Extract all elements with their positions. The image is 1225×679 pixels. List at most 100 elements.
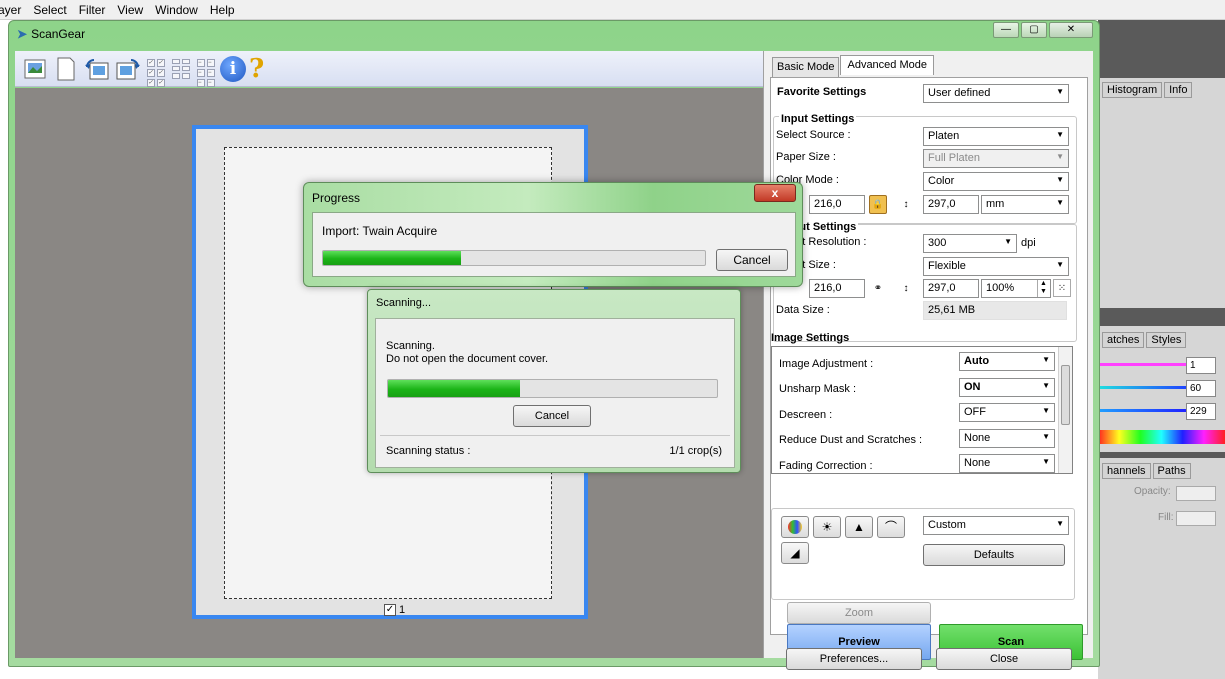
progress-cancel-button[interactable]: Cancel bbox=[716, 249, 788, 271]
scan-photo-icon[interactable] bbox=[21, 55, 49, 83]
scanning-status-label: Scanning status : bbox=[386, 445, 471, 457]
reduce-dust-select[interactable]: None ▼ bbox=[959, 429, 1055, 448]
image-settings-scrollbar[interactable] bbox=[1058, 347, 1072, 473]
scanning-cancel-button[interactable]: Cancel bbox=[513, 405, 591, 427]
scale-spinner[interactable]: ▲ ▼ bbox=[1037, 280, 1049, 297]
paper-size-select: Full Platen ▼ bbox=[923, 149, 1069, 168]
chain-link-icon[interactable]: ⚭ bbox=[869, 280, 887, 298]
blank-page-icon[interactable] bbox=[52, 55, 80, 83]
tab-histogram[interactable]: Histogram bbox=[1102, 82, 1163, 98]
settings-panel: Basic Mode Advanced Mode Favorite Settin… bbox=[763, 51, 1093, 670]
tab-advanced-mode[interactable]: Advanced Mode bbox=[840, 55, 934, 75]
height-icon: ↕ bbox=[903, 283, 909, 294]
color-slider-2[interactable] bbox=[1098, 386, 1188, 389]
unsharp-mask-label: Unsharp Mask : bbox=[779, 383, 857, 395]
output-resolution-value: 300 bbox=[928, 237, 947, 249]
close-window-button[interactable]: ✕ bbox=[1049, 22, 1093, 38]
preferences-button[interactable]: Preferences... bbox=[786, 648, 922, 670]
chevron-down-icon: ▼ bbox=[1056, 260, 1064, 269]
chevron-down-icon: ▼ bbox=[1056, 519, 1064, 528]
menu-select[interactable]: Select bbox=[33, 3, 66, 17]
image-settings-header: Image Settings bbox=[771, 332, 850, 344]
brightness-icon[interactable]: ☀ bbox=[813, 516, 841, 538]
progress-close-button[interactable]: x bbox=[754, 184, 796, 202]
input-height-field[interactable]: 297,0 bbox=[923, 195, 979, 214]
descreen-value: OFF bbox=[964, 406, 986, 418]
crop-frames-icon[interactable] bbox=[170, 57, 192, 81]
favorite-settings-select[interactable]: User defined ▼ bbox=[923, 84, 1069, 103]
lock-icon[interactable]: 🔒 bbox=[869, 195, 887, 214]
tab-swatches[interactable]: atches bbox=[1102, 332, 1145, 348]
fill-field[interactable] bbox=[1176, 511, 1216, 526]
fading-correction-select[interactable]: None ▼ bbox=[959, 454, 1055, 473]
output-size-select[interactable]: Flexible ▼ bbox=[923, 257, 1069, 276]
color-slider-3[interactable] bbox=[1098, 409, 1188, 412]
output-height-field[interactable]: 297,0 bbox=[923, 279, 979, 298]
rotate-left-icon[interactable] bbox=[83, 55, 111, 83]
scanning-status-value: 1/1 crop(s) bbox=[669, 445, 722, 457]
crop-number: 1 bbox=[399, 604, 406, 616]
menu-help[interactable]: Help bbox=[210, 3, 235, 17]
select-all-frames-icon[interactable]: ✓ ✓ ✓ ✓ ✓ ✓ bbox=[145, 57, 167, 87]
opacity-label: Opacity: bbox=[1134, 486, 1171, 497]
tone-curve-icon[interactable]: ⌒ bbox=[877, 516, 905, 538]
crop-checkbox[interactable]: ✓ bbox=[384, 604, 396, 616]
tab-info[interactable]: Info bbox=[1164, 82, 1193, 98]
dotted-frame-icon[interactable]: ⁙ bbox=[1053, 279, 1071, 297]
scanning-dialog-title: Scanning... bbox=[376, 297, 432, 309]
output-resolution-select[interactable]: 300 ▼ bbox=[923, 234, 1017, 253]
tab-paths[interactable]: Paths bbox=[1152, 463, 1191, 479]
scanning-line-2: Do not open the document cover. bbox=[386, 353, 549, 365]
menu-filter[interactable]: Filter bbox=[79, 3, 106, 17]
scrollbar-thumb[interactable] bbox=[1061, 365, 1070, 425]
tab-basic-mode[interactable]: Basic Mode bbox=[772, 57, 840, 77]
zoom-button[interactable]: Zoom bbox=[787, 602, 931, 624]
color-spectrum[interactable] bbox=[1098, 430, 1225, 444]
color-mode-select[interactable]: Color ▼ bbox=[923, 172, 1069, 191]
info-icon[interactable]: i bbox=[220, 55, 246, 82]
color-value-1[interactable]: 1 bbox=[1186, 357, 1216, 374]
minimize-button[interactable]: — bbox=[993, 22, 1019, 38]
color-wheel-icon[interactable] bbox=[781, 516, 809, 538]
menu-view[interactable]: View bbox=[117, 3, 143, 17]
select-source-select[interactable]: Platen ▼ bbox=[923, 127, 1069, 146]
scanning-progress-fill bbox=[388, 380, 520, 397]
progress-dialog-body: Import: Twain Acquire Cancel bbox=[312, 212, 796, 277]
help-icon[interactable]: ? bbox=[249, 54, 264, 84]
image-adjustment-select[interactable]: Auto ▼ bbox=[959, 352, 1055, 371]
unit-select[interactable]: mm ▼ bbox=[981, 195, 1069, 214]
data-size-label: Data Size : bbox=[776, 304, 830, 316]
tab-channels[interactable]: hannels bbox=[1102, 463, 1151, 479]
window-title-bar: ➤ ScanGear bbox=[17, 27, 85, 41]
menu-layer[interactable]: ayer bbox=[0, 3, 21, 17]
histogram-tabs: Histogram Info bbox=[1102, 82, 1194, 98]
color-value-2[interactable]: 60 bbox=[1186, 380, 1216, 397]
frame-list-icon[interactable]: − − − − − − bbox=[195, 57, 217, 87]
scanning-dialog: Scanning... Scanning. Do not open the do… bbox=[367, 289, 741, 473]
rotate-right-icon[interactable] bbox=[114, 55, 142, 83]
chevron-down-icon: ▼ bbox=[1042, 432, 1050, 441]
input-width-field[interactable]: 216,0 bbox=[809, 195, 865, 214]
maximize-button[interactable]: ▢ bbox=[1021, 22, 1047, 38]
import-progress-fill bbox=[323, 251, 461, 265]
custom-select[interactable]: Custom ▼ bbox=[923, 516, 1069, 535]
descreen-select[interactable]: OFF ▼ bbox=[959, 403, 1055, 422]
menu-window[interactable]: Window bbox=[155, 3, 198, 17]
output-width-field[interactable]: 216,0 bbox=[809, 279, 865, 298]
threshold-icon[interactable]: ◢ bbox=[781, 542, 809, 564]
channels-tabs: hannels Paths bbox=[1102, 463, 1193, 479]
close-button[interactable]: Close bbox=[936, 648, 1072, 670]
chevron-down-icon: ▼ bbox=[1056, 130, 1064, 139]
defaults-button[interactable]: Defaults bbox=[923, 544, 1065, 566]
image-settings-list: Image Adjustment : Auto ▼ Unsharp Mask : … bbox=[771, 346, 1073, 474]
tab-styles[interactable]: Styles bbox=[1146, 332, 1187, 348]
color-value-3[interactable]: 229 bbox=[1186, 403, 1216, 420]
color-slider-1[interactable] bbox=[1098, 363, 1188, 366]
unsharp-mask-select[interactable]: ON ▼ bbox=[959, 378, 1055, 397]
histogram-icon[interactable]: ▲ bbox=[845, 516, 873, 538]
import-progress-bar bbox=[322, 250, 706, 266]
fill-label: Fill: bbox=[1158, 512, 1174, 523]
opacity-field[interactable] bbox=[1176, 486, 1216, 501]
custom-value: Custom bbox=[928, 519, 966, 531]
paper-size-label: Paper Size : bbox=[776, 151, 836, 163]
